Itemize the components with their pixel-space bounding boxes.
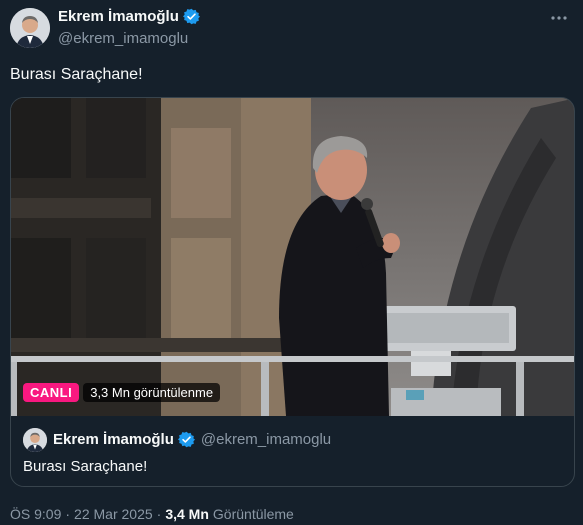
view-count: 3,4 Mn xyxy=(165,506,209,522)
quoted-tweet-text: Burası Saraçhane! xyxy=(23,458,148,475)
author-name[interactable]: Ekrem İmamoğlu xyxy=(58,8,179,25)
quoted-author-row[interactable]: Ekrem İmamoğlu @ekrem_imamoglu xyxy=(53,431,331,448)
live-video-media[interactable]: CANLI 3,3 Mn görüntülenme xyxy=(11,98,574,416)
quoted-tweet-body[interactable]: Ekrem İmamoğlu @ekrem_imamoglu Burası Sa… xyxy=(11,416,574,486)
view-label: Görüntüleme xyxy=(212,506,294,522)
verified-badge-icon xyxy=(182,8,200,25)
more-horizontal-icon[interactable] xyxy=(549,8,569,28)
quoted-author-name[interactable]: Ekrem İmamoğlu xyxy=(53,431,174,448)
quoted-tweet[interactable]: CANLI 3,3 Mn görüntülenme Ekrem İmamoğlu xyxy=(10,97,575,487)
live-badge: CANLI xyxy=(23,383,80,402)
author-name-row[interactable]: Ekrem İmamoğlu xyxy=(58,8,200,25)
quoted-author-avatar[interactable] xyxy=(23,428,47,452)
live-views-badge: 3,3 Mn görüntülenme xyxy=(83,383,221,402)
author-handle[interactable]: @ekrem_imamoglu xyxy=(58,30,188,47)
tweet-card: Ekrem İmamoğlu @ekrem_imamoglu Burası Sa… xyxy=(0,0,583,525)
author-avatar[interactable] xyxy=(10,8,50,48)
live-status-row: CANLI 3,3 Mn görüntülenme xyxy=(23,383,221,402)
tweet-metadata: ÖS 9:09 · 22 Mar 2025 · 3,4 Mn Görüntüle… xyxy=(10,506,294,522)
quoted-author-handle[interactable]: @ekrem_imamoglu xyxy=(201,431,331,448)
meta-separator: · xyxy=(65,506,71,522)
tweet-date[interactable]: 22 Mar 2025 xyxy=(74,506,153,522)
meta-separator: · xyxy=(156,506,162,522)
verified-badge-icon xyxy=(177,431,195,448)
tweet-time[interactable]: ÖS 9:09 xyxy=(10,506,61,522)
tweet-text: Burası Saraçhane! xyxy=(10,66,143,83)
